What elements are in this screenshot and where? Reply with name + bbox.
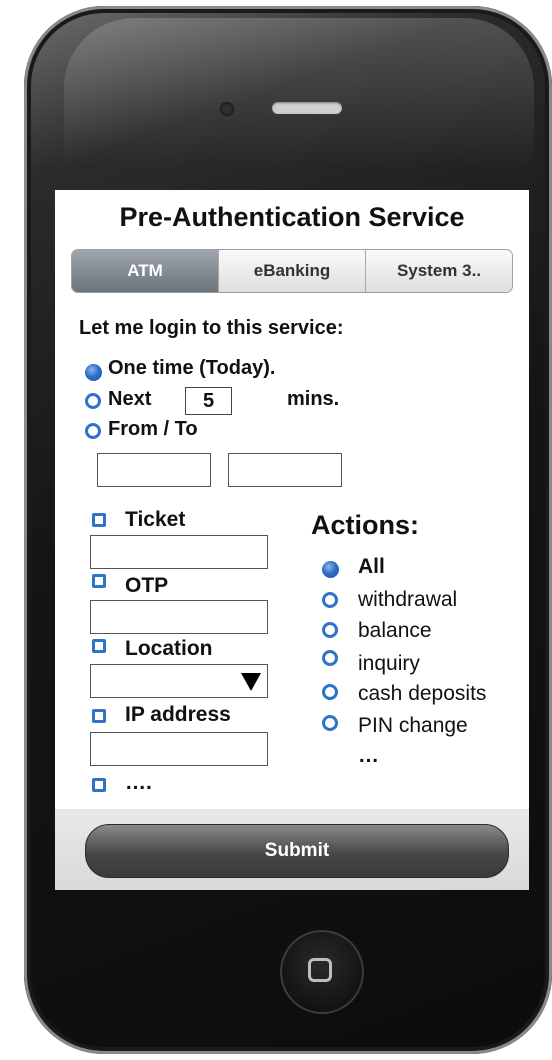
action-cash-deposits-label: cash deposits [358,682,487,705]
radio-action-all[interactable] [322,561,339,578]
action-withdrawal-label: withdrawal [358,588,458,611]
checkbox-ticket[interactable] [92,513,106,527]
ip-address-label: IP address [125,703,231,726]
checkbox-otp[interactable] [92,574,106,588]
submit-button[interactable]: Submit [85,824,509,878]
checkbox-location[interactable] [92,639,106,653]
speaker-icon [272,102,342,114]
more-factors-label: …. [125,771,152,794]
action-balance-label: balance [358,619,432,642]
radio-from-to[interactable] [85,423,101,439]
option-next-label: Next [108,388,152,410]
location-select[interactable] [90,664,268,698]
camera-icon [220,102,234,116]
phone-gloss [64,18,534,168]
page-title: Pre-Authentication Service [119,202,465,232]
tab-ebanking[interactable]: eBanking [218,250,365,292]
radio-action-cash-deposits[interactable] [322,684,338,700]
otp-label: OTP [125,574,169,597]
next-minutes-input[interactable]: 5 [185,387,232,415]
location-label: Location [125,637,213,660]
radio-action-balance[interactable] [322,622,338,638]
more-actions-label: … [358,744,379,767]
checkbox-ip-address[interactable] [92,709,106,723]
home-square-icon [308,958,332,982]
home-button[interactable] [280,930,364,1014]
action-all-label: All [358,555,385,578]
option-one-time-label: One time (Today). [108,357,276,379]
app-screen: Pre-Authentication Service ATM eBanking … [55,190,529,890]
radio-next[interactable] [85,393,101,409]
radio-one-time[interactable] [85,364,102,381]
ticket-input[interactable] [90,535,268,569]
radio-action-inquiry[interactable] [322,650,338,666]
ip-address-input[interactable] [90,732,268,766]
tab-bar: ATM eBanking System 3.. [71,249,513,293]
radio-action-withdrawal[interactable] [322,592,338,608]
to-input[interactable] [228,453,342,487]
radio-action-pin-change[interactable] [322,715,338,731]
login-prompt: Let me login to this service: [79,317,344,339]
tab-system-3[interactable]: System 3.. [365,250,512,292]
tab-atm[interactable]: ATM [72,250,218,292]
from-input[interactable] [97,453,211,487]
otp-input[interactable] [90,600,268,634]
ticket-label: Ticket [125,508,186,531]
action-inquiry-label: inquiry [358,652,420,675]
actions-title: Actions: [311,510,419,540]
action-pin-change-label: PIN change [358,714,468,737]
triangle-down-icon [241,673,261,691]
next-unit-label: mins. [287,388,340,410]
checkbox-more[interactable] [92,778,106,792]
option-from-to-label: From / To [108,418,198,440]
